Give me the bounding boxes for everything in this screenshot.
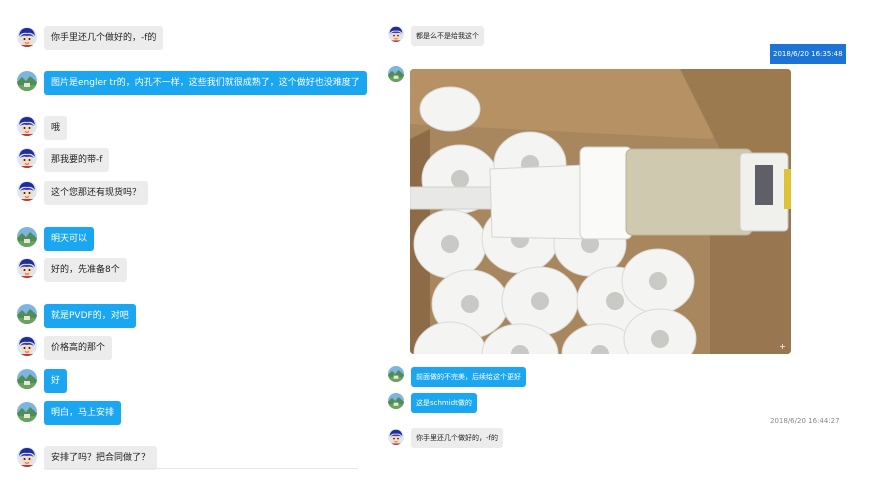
own-avatar[interactable] — [17, 304, 37, 324]
message-bubble: 价格高的那个 — [44, 336, 113, 360]
message-bubble: 你手里还几个做好的，-f的 — [411, 428, 503, 448]
message-bubble: 安排了吗？把合同做了？ — [44, 446, 158, 470]
message-bubble: 图片是engler tr的，内孔不一样，这些我们就很成熟了，这个做好也没难度了 — [44, 71, 367, 95]
contact-avatar[interactable] — [17, 116, 37, 136]
right-chat-panel: 都是么不是给我这个 2018/6/20 16:35:48 + 前面做的不完美，后… — [378, 0, 870, 486]
expand-icon[interactable]: + — [779, 342, 786, 351]
message-bubble: 都是么不是给我这个 — [411, 26, 484, 46]
contact-avatar[interactable] — [17, 148, 37, 168]
contact-avatar[interactable] — [17, 258, 37, 278]
timestamp-selected[interactable]: 2018/6/20 16:35:48 — [770, 44, 846, 64]
contact-avatar[interactable] — [17, 336, 37, 356]
own-avatar[interactable] — [388, 366, 404, 382]
contact-avatar[interactable] — [388, 26, 404, 42]
message-bubble: 哦 — [44, 116, 68, 140]
left-chat-panel: 你手里还几个做好的，-f的 图片是engler tr的，内孔不一样，这些我们就很… — [0, 0, 367, 486]
message-bubble: 这是schmidt做的 — [411, 393, 477, 413]
divider — [44, 468, 358, 469]
own-avatar[interactable] — [17, 71, 37, 91]
message-bubble: 好的，先准备8个 — [44, 258, 127, 282]
message-bubble: 那我要的带-f — [44, 148, 110, 172]
message-bubble: 明白，马上安排 — [44, 401, 122, 425]
contact-avatar[interactable] — [17, 447, 37, 467]
message-bubble: 就是PVDF的，对吧 — [44, 304, 136, 328]
message-bubble: 这个您那还有现货吗？ — [44, 181, 149, 205]
message-bubble: 前面做的不完美，后续给这个更好 — [411, 367, 526, 387]
contact-avatar[interactable] — [17, 181, 37, 201]
message-bubble: 你手里还几个做好的，-f的 — [44, 26, 164, 50]
own-avatar[interactable] — [388, 393, 404, 409]
own-avatar[interactable] — [17, 227, 37, 247]
own-avatar[interactable] — [17, 402, 37, 422]
own-avatar[interactable] — [17, 369, 37, 389]
own-avatar[interactable] — [388, 66, 404, 82]
timestamp: 2018/6/20 16:44:27 — [770, 417, 840, 425]
photo-message[interactable]: + — [410, 69, 791, 354]
message-bubble: 好 — [44, 369, 68, 393]
message-bubble: 明天可以 — [44, 227, 95, 251]
contact-avatar[interactable] — [17, 27, 37, 47]
contact-avatar[interactable] — [388, 429, 404, 445]
